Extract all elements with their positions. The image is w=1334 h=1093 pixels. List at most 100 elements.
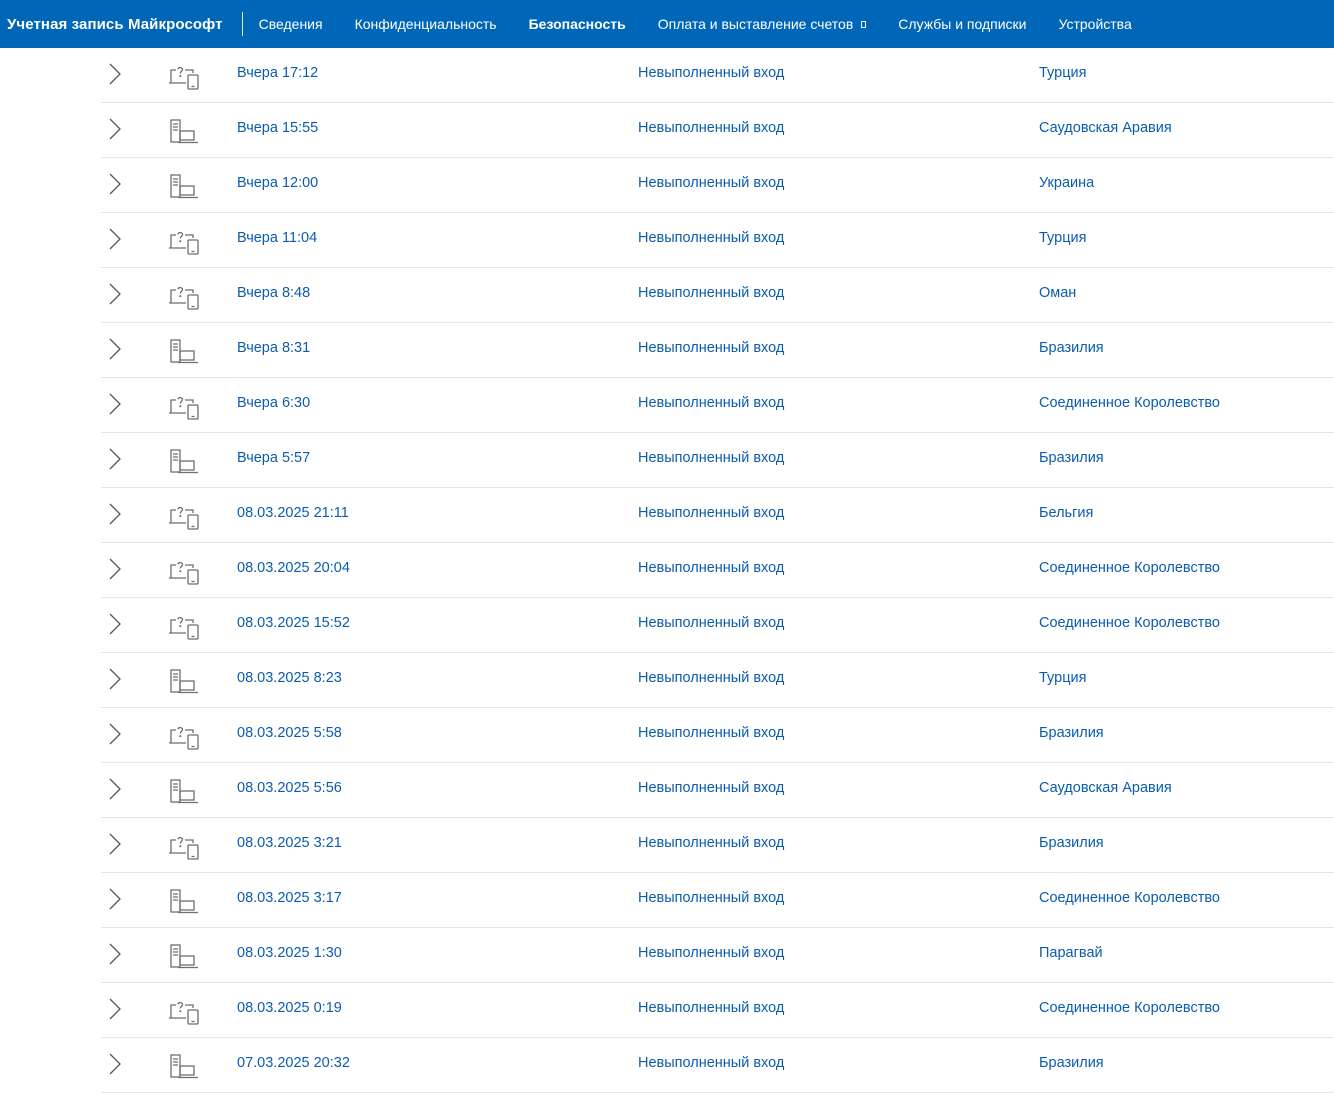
nav-item-1[interactable]: Конфиденциальность	[339, 0, 513, 48]
chevron-right-icon[interactable]	[101, 555, 129, 583]
chevron-right-icon[interactable]	[101, 665, 129, 693]
activity-row[interactable]: Вчера 15:55 Невыполненный вход Саудовская …	[101, 103, 1334, 158]
activity-country[interactable]: Украина	[1039, 175, 1094, 191]
activity-time[interactable]: 08.03.2025 20:04	[237, 560, 350, 576]
activity-status[interactable]: Невыполненный вход	[638, 395, 784, 411]
activity-time[interactable]: Вчера 12:00	[237, 175, 318, 191]
activity-status[interactable]: Невыполненный вход	[638, 65, 784, 81]
activity-row[interactable]: 08.03.2025 15:52 Невыполненный вход Соедин…	[101, 598, 1334, 653]
activity-status[interactable]: Невыполненный вход	[638, 560, 784, 576]
activity-time[interactable]: 08.03.2025 3:21	[237, 835, 342, 851]
activity-status[interactable]: Невыполненный вход	[638, 450, 784, 466]
activity-time[interactable]: Вчера 5:57	[237, 450, 310, 466]
chevron-right-icon[interactable]	[101, 610, 129, 638]
nav-item-4[interactable]: Службы и подписки	[882, 0, 1042, 48]
activity-status[interactable]: Невыполненный вход	[638, 890, 784, 906]
activity-time[interactable]: 08.03.2025 5:56	[237, 780, 342, 796]
nav-item-2[interactable]: Безопасность	[513, 0, 642, 48]
activity-row[interactable]: Вчера 8:48 Невыполненный вход Оман	[101, 268, 1334, 323]
activity-time[interactable]: 07.03.2025 20:32	[237, 1055, 350, 1071]
activity-country[interactable]: Бразилия	[1039, 725, 1104, 741]
activity-status[interactable]: Невыполненный вход	[638, 1000, 784, 1016]
chevron-right-icon[interactable]	[101, 225, 129, 253]
chevron-right-icon[interactable]	[101, 500, 129, 528]
activity-time[interactable]: 08.03.2025 15:52	[237, 615, 350, 631]
activity-country[interactable]: Парагвай	[1039, 945, 1103, 961]
activity-country[interactable]: Саудовская Аравия	[1039, 120, 1172, 136]
activity-row[interactable]: 07.03.2025 20:32 Невыполненный вход Бразил…	[101, 1038, 1334, 1093]
activity-country[interactable]: Бразилия	[1039, 340, 1104, 356]
activity-row[interactable]: Вчера 5:57 Невыполненный вход Бразилия	[101, 433, 1334, 488]
chevron-right-icon[interactable]	[101, 775, 129, 803]
chevron-right-icon[interactable]	[101, 280, 129, 308]
chevron-right-icon[interactable]	[101, 115, 129, 143]
activity-time[interactable]: Вчера 8:48	[237, 285, 310, 301]
nav-item-3[interactable]: Оплата и выставление счетов	[642, 0, 883, 48]
activity-time[interactable]: Вчера 6:30	[237, 395, 310, 411]
activity-row[interactable]: Вчера 6:30 Невыполненный вход Соединенное …	[101, 378, 1334, 433]
activity-time[interactable]: 08.03.2025 5:58	[237, 725, 342, 741]
activity-time[interactable]: 08.03.2025 21:11	[237, 505, 349, 521]
activity-country[interactable]: Бразилия	[1039, 835, 1104, 851]
activity-country[interactable]: Бельгия	[1039, 505, 1093, 521]
activity-status[interactable]: Невыполненный вход	[638, 285, 784, 301]
activity-status[interactable]: Невыполненный вход	[638, 615, 784, 631]
chevron-right-icon[interactable]	[101, 720, 129, 748]
activity-row[interactable]: 08.03.2025 3:21 Невыполненный вход Бразили…	[101, 818, 1334, 873]
activity-row[interactable]: 08.03.2025 5:58 Невыполненный вход Бразили…	[101, 708, 1334, 763]
chevron-right-icon[interactable]	[101, 445, 129, 473]
activity-row[interactable]: Вчера 17:12 Невыполненный вход Турция	[101, 48, 1334, 103]
activity-status[interactable]: Невыполненный вход	[638, 725, 784, 741]
activity-country[interactable]: Турция	[1039, 230, 1086, 246]
activity-country[interactable]: Турция	[1039, 65, 1086, 81]
activity-status[interactable]: Невыполненный вход	[638, 175, 784, 191]
activity-status[interactable]: Невыполненный вход	[638, 340, 784, 356]
activity-status[interactable]: Невыполненный вход	[638, 505, 784, 521]
activity-row[interactable]: 08.03.2025 8:23 Невыполненный вход Турция	[101, 653, 1334, 708]
activity-row[interactable]: 08.03.2025 0:19 Невыполненный вход Соедине…	[101, 983, 1334, 1038]
activity-status[interactable]: Невыполненный вход	[638, 230, 784, 246]
activity-row[interactable]: 08.03.2025 1:30 Невыполненный вход Парагва…	[101, 928, 1334, 983]
activity-row[interactable]: Вчера 11:04 Невыполненный вход Турция	[101, 213, 1334, 268]
activity-country[interactable]: Бразилия	[1039, 450, 1104, 466]
activity-time[interactable]: 08.03.2025 8:23	[237, 670, 342, 686]
activity-country[interactable]: Соединенное Королевство	[1039, 615, 1220, 631]
activity-country[interactable]: Бразилия	[1039, 1055, 1104, 1071]
activity-time[interactable]: 08.03.2025 0:19	[237, 1000, 342, 1016]
activity-row[interactable]: Вчера 12:00 Невыполненный вход Украина	[101, 158, 1334, 213]
activity-country[interactable]: Соединенное Королевство	[1039, 395, 1220, 411]
activity-status[interactable]: Невыполненный вход	[638, 835, 784, 851]
nav-item-0[interactable]: Сведения	[243, 0, 339, 48]
activity-time[interactable]: 08.03.2025 1:30	[237, 945, 342, 961]
brand-title[interactable]: Учетная запись Майкрософт	[0, 16, 242, 33]
chevron-right-icon[interactable]	[101, 60, 129, 88]
activity-status[interactable]: Невыполненный вход	[638, 780, 784, 796]
activity-status[interactable]: Невыполненный вход	[638, 1055, 784, 1071]
chevron-right-icon[interactable]	[101, 830, 129, 858]
chevron-right-icon[interactable]	[101, 940, 129, 968]
activity-country[interactable]: Соединенное Королевство	[1039, 890, 1220, 906]
activity-time[interactable]: Вчера 11:04	[237, 230, 317, 246]
activity-country[interactable]: Оман	[1039, 285, 1076, 301]
chevron-right-icon[interactable]	[101, 170, 129, 198]
activity-country[interactable]: Соединенное Королевство	[1039, 1000, 1220, 1016]
activity-time[interactable]: 08.03.2025 3:17	[237, 890, 342, 906]
activity-country[interactable]: Соединенное Королевство	[1039, 560, 1220, 576]
chevron-right-icon[interactable]	[101, 390, 129, 418]
activity-country[interactable]: Саудовская Аравия	[1039, 780, 1172, 796]
activity-row[interactable]: 08.03.2025 20:04 Невыполненный вход Соедин…	[101, 543, 1334, 598]
chevron-right-icon[interactable]	[101, 995, 129, 1023]
chevron-right-icon[interactable]	[101, 1050, 129, 1078]
activity-time[interactable]: Вчера 15:55	[237, 120, 318, 136]
activity-row[interactable]: Вчера 8:31 Невыполненный вход Бразилия	[101, 323, 1334, 378]
nav-item-5[interactable]: Устройства	[1043, 0, 1148, 48]
activity-status[interactable]: Невыполненный вход	[638, 120, 784, 136]
activity-time[interactable]: Вчера 17:12	[237, 65, 318, 81]
activity-status[interactable]: Невыполненный вход	[638, 945, 784, 961]
chevron-right-icon[interactable]	[101, 885, 129, 913]
activity-country[interactable]: Турция	[1039, 670, 1086, 686]
activity-row[interactable]: 08.03.2025 3:17 Невыполненный вход Соедине…	[101, 873, 1334, 928]
activity-row[interactable]: 08.03.2025 21:11 Невыполненный вход Бельги…	[101, 488, 1334, 543]
activity-time[interactable]: Вчера 8:31	[237, 340, 310, 356]
activity-row[interactable]: 08.03.2025 5:56 Невыполненный вход Саудовс…	[101, 763, 1334, 818]
